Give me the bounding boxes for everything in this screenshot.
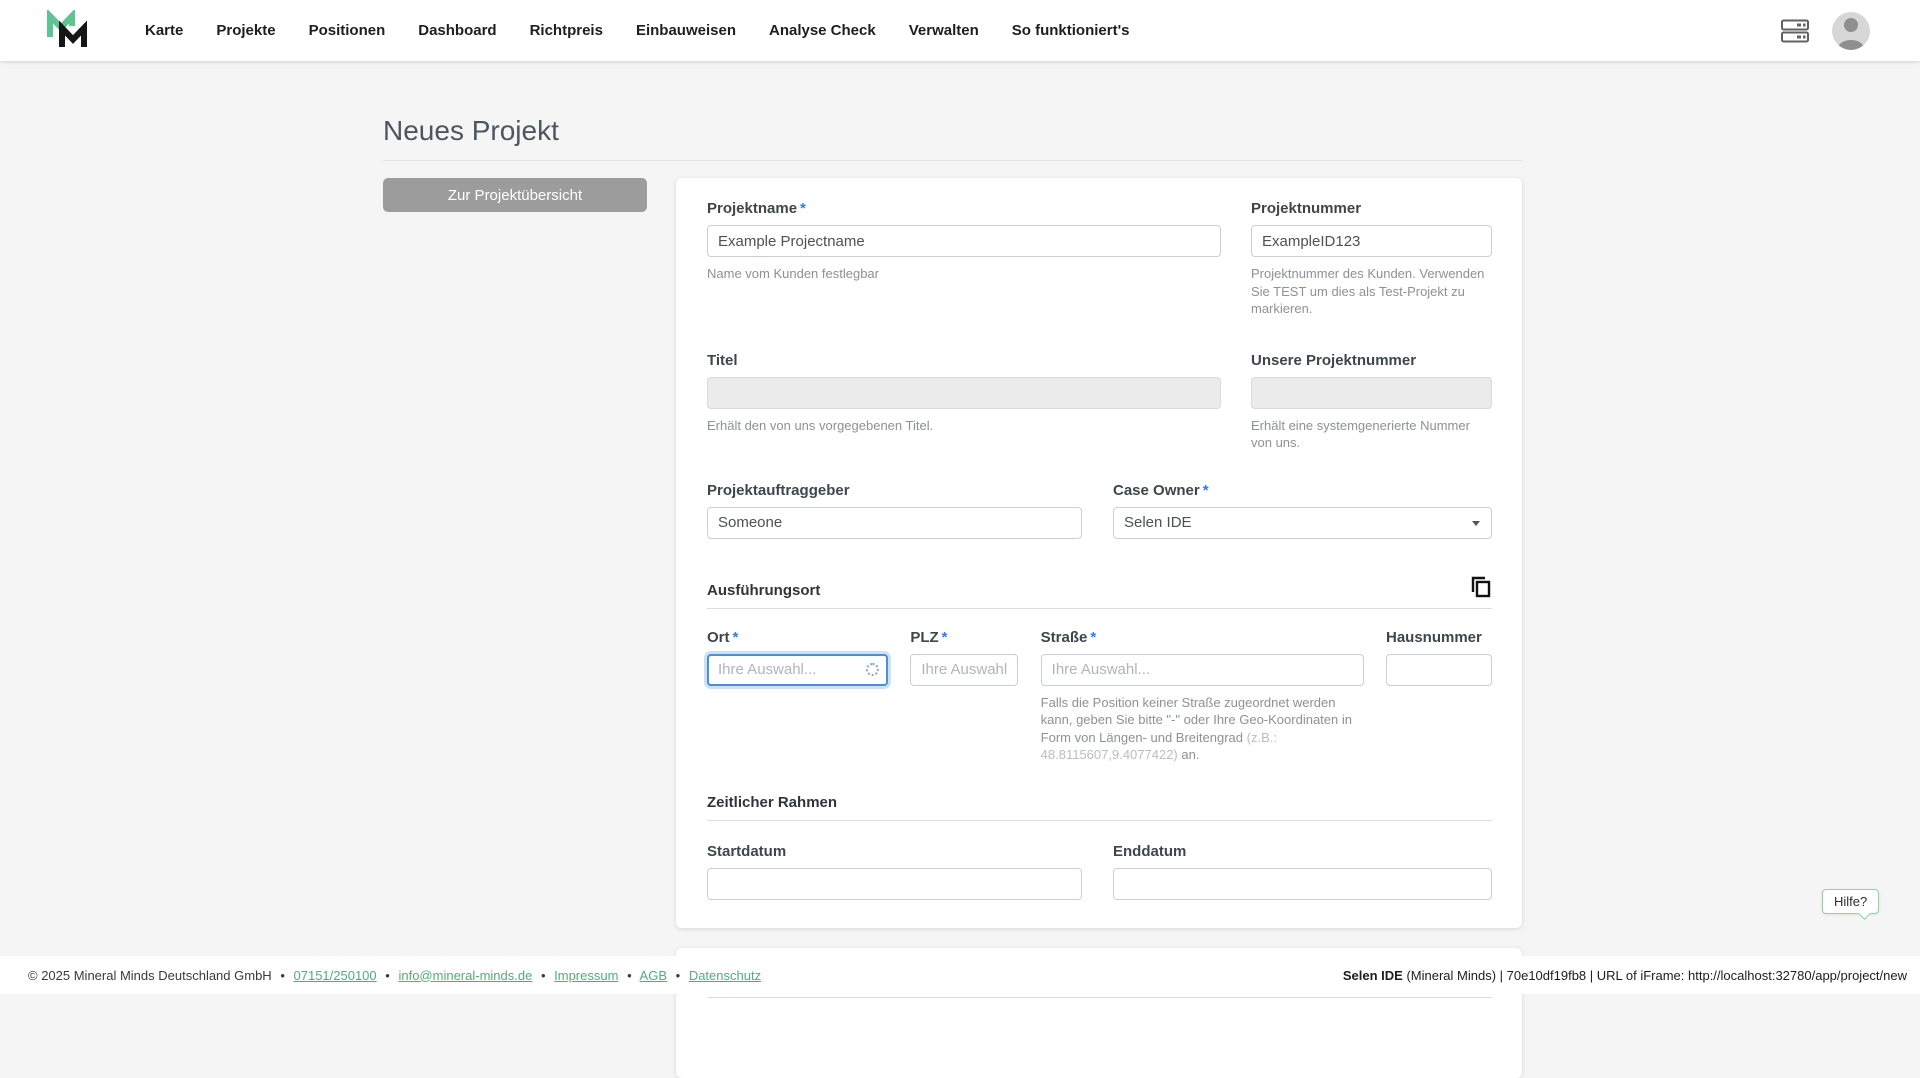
projektnummer-label: Projektnummer [1251,200,1492,218]
plz-input[interactable] [910,654,1018,686]
plz-label: PLZ* [910,629,1018,647]
nav-item-so-funktionierts[interactable]: So funktioniert's [1012,22,1130,39]
nav-item-richtpreis[interactable]: Richtpreis [530,22,603,39]
server-stack-icon[interactable] [1780,16,1810,46]
case-owner-selected-value: Selen IDE [1124,514,1192,531]
nav-item-dashboard[interactable]: Dashboard [418,22,496,39]
projektauftraggeber-label: Projektauftraggeber [707,482,1082,500]
page-content: Neues Projekt Zur Projektübersicht Proje… [0,61,1920,1078]
top-navigation: Karte Projekte Positionen Dashboard Rich… [0,0,1920,61]
footer-legal: © 2025 Mineral Minds Deutschland GmbH • … [28,968,761,983]
avatar-head-icon [1844,18,1858,32]
copy-icon [1470,575,1492,599]
startdatum-label: Startdatum [707,843,1082,861]
copy-location-button[interactable] [1470,575,1492,599]
zeitlicher-rahmen-heading: Zeitlicher Rahmen [707,794,837,811]
nav-right-controls [1780,12,1870,50]
project-form-card: Projektname* Name vom Kunden festlegbar … [676,178,1522,928]
ort-input[interactable] [707,654,888,686]
main-menu: Karte Projekte Positionen Dashboard Rich… [145,22,1130,39]
footer-link-email[interactable]: info@mineral-minds.de [398,968,532,983]
page-title: Neues Projekt [383,115,1920,147]
nav-item-verwalten[interactable]: Verwalten [909,22,979,39]
user-avatar[interactable] [1832,12,1870,50]
enddatum-label: Enddatum [1113,843,1492,861]
ausfuehrungsort-heading: Ausführungsort [707,582,820,599]
required-asterisk: * [800,200,806,217]
strasse-helper: Falls die Position keiner Straße zugeord… [1041,694,1364,764]
footer-link-agb[interactable]: AGB [640,968,667,983]
chevron-down-icon [1472,521,1480,526]
case-owner-label: Case Owner* [1113,482,1492,500]
footer-link-phone[interactable]: 07151/250100 [294,968,377,983]
projektauftraggeber-input[interactable] [707,507,1082,539]
unsere-projektnummer-input [1251,377,1492,409]
footer-session-info: Selen IDE (Mineral Minds) | 70e10df19fb8… [1343,968,1907,983]
enddatum-input[interactable] [1113,868,1492,900]
footer-bar: © 2025 Mineral Minds Deutschland GmbH • … [0,956,1920,994]
projektnummer-helper: Projektnummer des Kunden. Verwenden Sie … [1251,265,1492,318]
projektname-label: Projektname* [707,200,1221,218]
ort-label: Ort* [707,629,888,647]
hausnummer-label: Hausnummer [1386,629,1492,647]
projektname-helper: Name vom Kunden festlegbar [707,265,1221,283]
startdatum-input[interactable] [707,868,1082,900]
required-asterisk: * [1203,482,1209,499]
nav-item-projekte[interactable]: Projekte [216,22,275,39]
hausnummer-input[interactable] [1386,654,1492,686]
projektnummer-input[interactable] [1251,225,1492,257]
avatar-torso-icon [1838,40,1864,50]
required-asterisk: * [1090,629,1096,646]
zur-projektuebersicht-button[interactable]: Zur Projektübersicht [383,178,647,212]
unsere-projektnummer-label: Unsere Projektnummer [1251,352,1492,370]
loading-spinner-icon [866,663,879,676]
copyright-text: © 2025 Mineral Minds Deutschland GmbH [28,968,272,983]
footer-link-impressum[interactable]: Impressum [554,968,618,983]
required-asterisk: * [942,629,948,646]
hilfe-button[interactable]: Hilfe? [1822,889,1879,914]
titel-helper: Erhält den von uns vorgegebenen Titel. [707,417,1221,435]
nav-item-analyse-check[interactable]: Analyse Check [769,22,876,39]
projektname-input[interactable] [707,225,1221,257]
titel-input [707,377,1221,409]
session-user: Selen IDE [1343,968,1403,983]
required-asterisk: * [733,629,739,646]
strasse-label: Straße* [1041,629,1364,647]
zeitlicher-rahmen-section-header: Zeitlicher Rahmen [707,794,1492,821]
strasse-input[interactable] [1041,654,1364,686]
session-details: (Mineral Minds) | 70e10df19fb8 | URL of … [1403,968,1907,983]
case-owner-select[interactable]: Selen IDE [1113,507,1492,539]
unsere-projektnummer-helper: Erhält eine systemgenerierte Nummer von … [1251,417,1492,452]
titel-label: Titel [707,352,1221,370]
mineral-minds-logo-icon[interactable] [46,10,88,52]
nav-item-karte[interactable]: Karte [145,22,183,39]
footer-link-datenschutz[interactable]: Datenschutz [689,968,761,983]
ausfuehrungsort-section-header: Ausführungsort [707,575,1492,609]
action-column: Zur Projektübersicht [383,178,647,212]
nav-item-positionen[interactable]: Positionen [309,22,386,39]
title-divider [383,160,1522,161]
nav-item-einbauweisen[interactable]: Einbauweisen [636,22,736,39]
